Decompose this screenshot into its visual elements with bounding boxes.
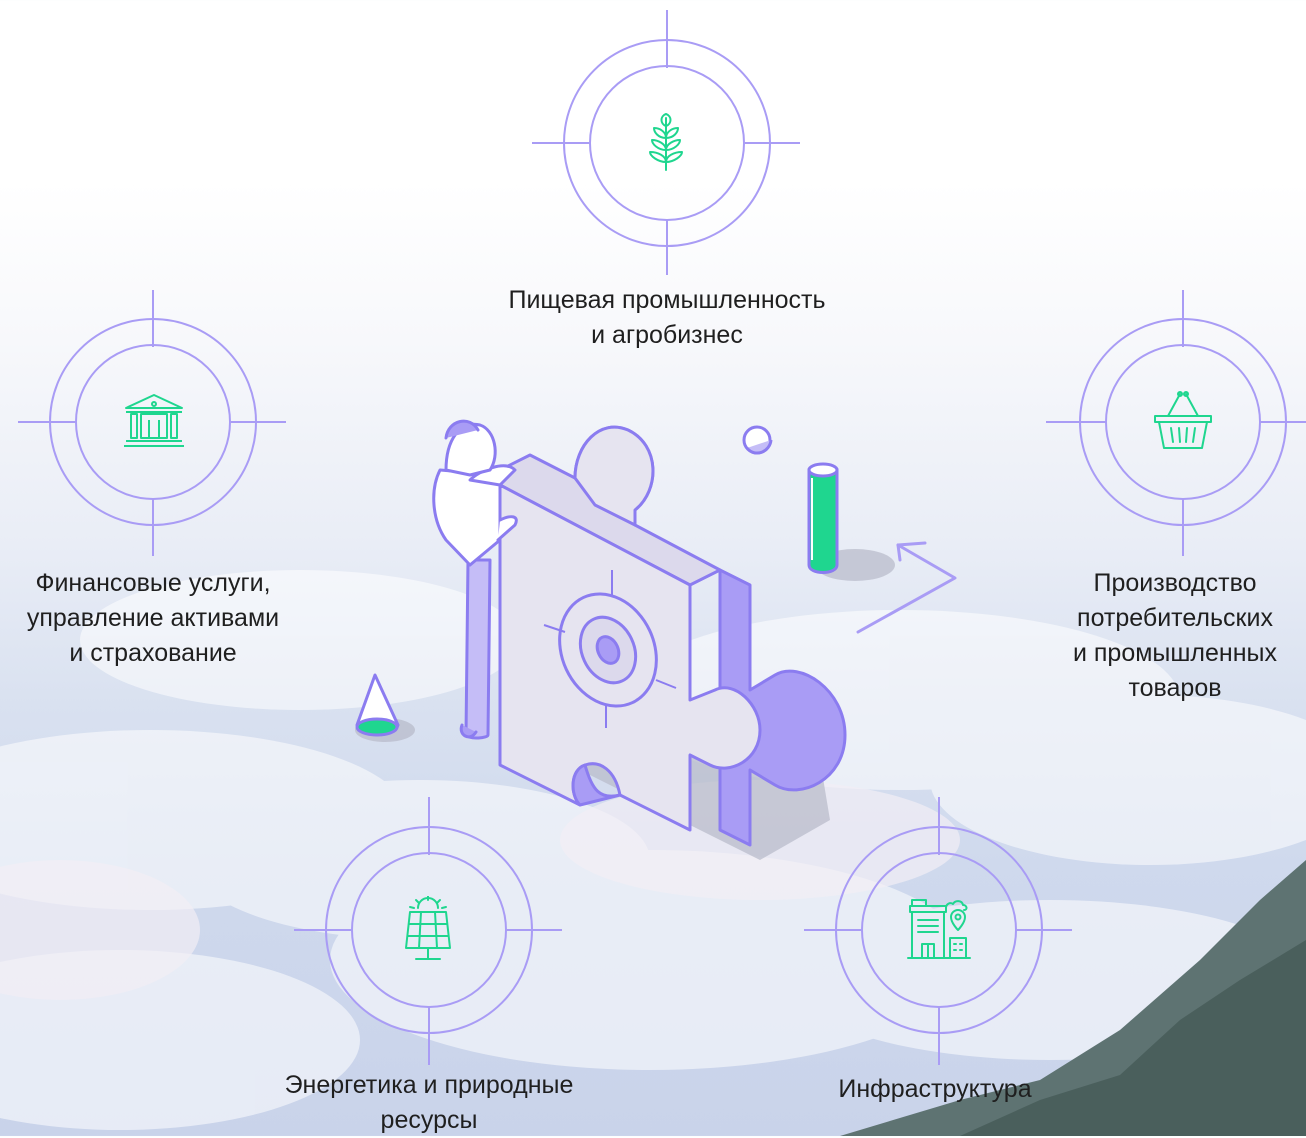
- sector-finance-label: Финансовые услуги, управление активами и…: [26, 569, 280, 667]
- cylinder-shape: [807, 462, 839, 574]
- bank-building-icon: [124, 394, 184, 447]
- ball-shape: [742, 425, 773, 455]
- shopping-basket-icon: [1154, 391, 1212, 449]
- sector-food-label: Пищевая промышленность и агробизнес: [508, 286, 826, 349]
- puzzle-illustration: [355, 419, 957, 860]
- wheat-icon: [649, 113, 683, 171]
- city-infrastructure-icon: [907, 899, 971, 959]
- sector-consumer-label: Производство потребительских и промышлен…: [1072, 569, 1278, 702]
- cone-shape: [355, 673, 400, 737]
- solar-panel-icon: [405, 896, 451, 960]
- sector-infra-label: Инфраструктура: [838, 1075, 1032, 1103]
- sector-energy-label: Энергетика и природные ресурсы: [284, 1071, 574, 1134]
